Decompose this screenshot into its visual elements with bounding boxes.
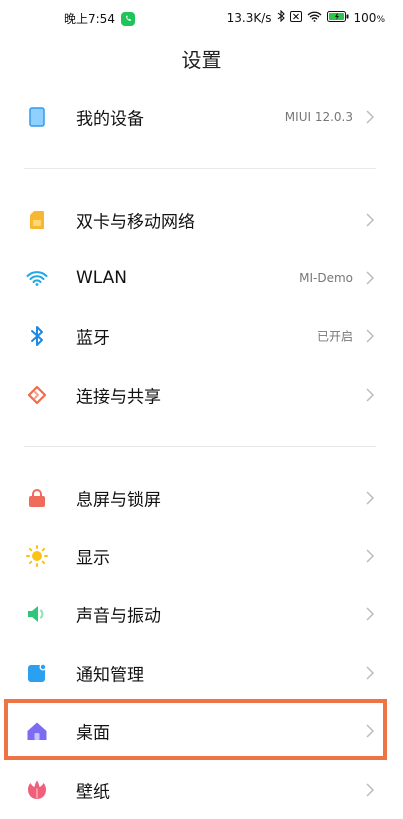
settings-item-value: MI-Demo [299, 271, 353, 285]
chevron-right-icon [366, 783, 375, 797]
settings-item-value: MIUI 12.0.3 [284, 110, 353, 124]
wifi-status-icon [307, 11, 322, 25]
settings-item-label: 壁纸 [76, 782, 110, 803]
settings-item-wlan[interactable]: WLAN MI-Demo [0, 249, 403, 307]
battery-icon [326, 10, 349, 25]
settings-item-wallpaper[interactable]: 壁纸 [0, 761, 403, 819]
lock-icon [26, 487, 48, 509]
settings-item-notifications[interactable]: 通知管理 [0, 644, 403, 702]
chevron-right-icon [366, 607, 375, 621]
settings-item-label: WLAN [76, 268, 128, 288]
settings-item-label: 双卡与移动网络 [76, 212, 195, 233]
chevron-right-icon [366, 271, 375, 285]
settings-item-label: 显示 [76, 548, 110, 569]
settings-item-value: 已开启 [316, 329, 353, 344]
settings-item-display[interactable]: 显示 [0, 527, 403, 585]
divider [24, 168, 376, 169]
sim-off-icon [289, 10, 302, 25]
chevron-right-icon [366, 213, 375, 227]
chevron-right-icon [366, 549, 375, 563]
notification-icon [26, 662, 48, 684]
settings-item-label: 通知管理 [76, 665, 144, 686]
chevron-right-icon [366, 329, 375, 343]
device-icon [26, 106, 48, 128]
wifi-icon [26, 267, 48, 289]
settings-item-sound-vibration[interactable]: 声音与振动 [0, 585, 403, 643]
settings-item-label: 声音与振动 [76, 606, 161, 627]
share-icon [26, 384, 48, 406]
settings-item-label: 息屏与锁屏 [76, 490, 161, 511]
divider [24, 446, 376, 447]
settings-item-label: 连接与共享 [76, 387, 161, 408]
flower-icon [26, 779, 48, 801]
chevron-right-icon [366, 110, 375, 124]
status-bar: 晚上7:54 13.3K/s 100% [0, 0, 403, 36]
network-speed: 13.3K/s [226, 10, 272, 25]
settings-item-lock-screen[interactable]: 息屏与锁屏 [0, 469, 403, 527]
bluetooth-icon [277, 9, 285, 25]
settings-item-label: 蓝牙 [76, 328, 110, 349]
sim-card-icon [26, 209, 48, 231]
highlight-box [4, 699, 387, 760]
bluetooth-icon [26, 325, 48, 347]
settings-item-label: 我的设备 [76, 109, 144, 130]
speaker-icon [26, 603, 48, 625]
page-title: 设置 [181, 48, 222, 72]
settings-item-bluetooth[interactable]: 蓝牙 已开启 [0, 307, 403, 365]
wechat-icon [120, 11, 135, 26]
settings-item-connection-sharing[interactable]: 连接与共享 [0, 366, 403, 424]
chevron-right-icon [366, 666, 375, 680]
battery-level: 100% [353, 10, 385, 25]
status-time: 晚上7:54 [64, 12, 115, 26]
sun-icon [26, 545, 48, 567]
chevron-right-icon [366, 388, 375, 402]
settings-item-my-device[interactable]: 我的设备 MIUI 12.0.3 [0, 88, 403, 146]
settings-item-sim-mobile-network[interactable]: 双卡与移动网络 [0, 191, 403, 249]
chevron-right-icon [366, 491, 375, 505]
